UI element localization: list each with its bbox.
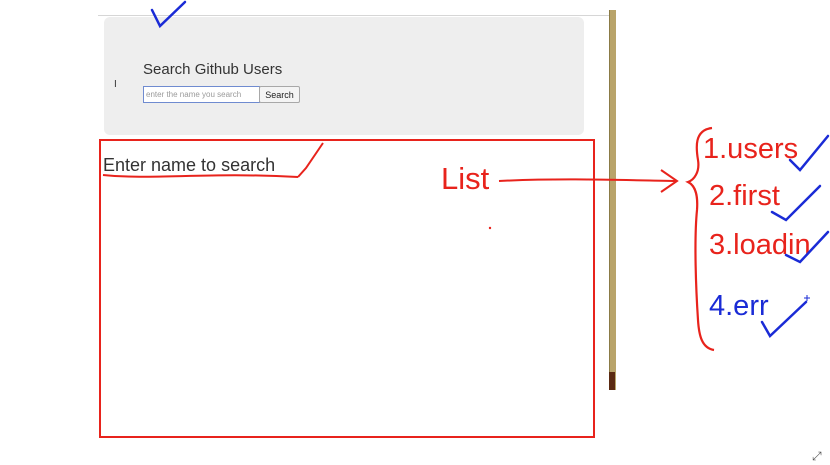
list-annotation-box [99, 139, 595, 438]
page-top-divider [98, 15, 610, 16]
annotation-item-err: 4.err [709, 290, 769, 322]
annotation-item-loading: 3.loadin [709, 229, 811, 261]
annotation-item-users: 1.users [703, 133, 799, 165]
annotation-item-first: 2.first [709, 180, 780, 212]
list-empty-message: Enter name to search [103, 155, 276, 175]
search-button[interactable]: Search [259, 86, 300, 103]
search-header-panel: Search Github Users Search [104, 17, 584, 135]
plus-mark [804, 295, 810, 301]
text-cursor-icon: Ι [114, 79, 117, 90]
resize-icon[interactable]: ⤢ [812, 449, 822, 464]
page-title: Search Github Users [143, 61, 283, 78]
search-input[interactable] [143, 86, 260, 103]
window-edge-corner [609, 372, 615, 390]
annotation-list-label: List [441, 161, 490, 196]
window-edge [609, 10, 616, 390]
list-arrow-head [660, 169, 679, 193]
